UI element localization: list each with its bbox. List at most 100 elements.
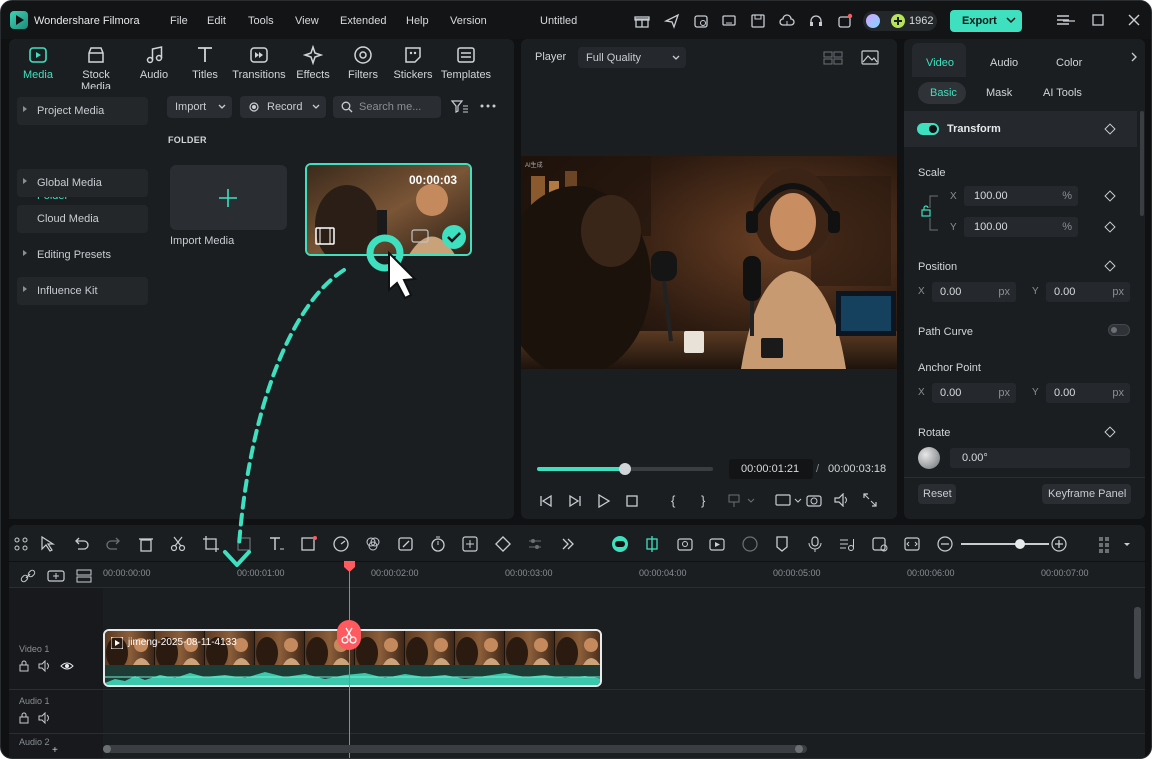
anchor-y-field[interactable]: 0.00 px bbox=[1046, 383, 1130, 403]
microphone-icon[interactable] bbox=[806, 535, 824, 553]
screen-record-icon[interactable] bbox=[708, 535, 726, 553]
lock-icon[interactable] bbox=[18, 660, 30, 672]
playback-progress[interactable] bbox=[537, 463, 713, 475]
play-icon[interactable] bbox=[597, 494, 611, 508]
gift-icon[interactable] bbox=[634, 13, 650, 29]
keyframe-panel-button[interactable]: Keyframe Panel bbox=[1042, 484, 1131, 504]
scale-x-field[interactable]: 100.00% bbox=[964, 186, 1078, 206]
snap-icon[interactable] bbox=[643, 535, 661, 553]
monitor-icon[interactable] bbox=[721, 13, 737, 29]
tab-transitions[interactable]: Transitions bbox=[230, 45, 288, 87]
mute-icon[interactable] bbox=[38, 712, 52, 724]
cloud-upload-icon[interactable] bbox=[779, 13, 795, 29]
subtab-ai-tools[interactable]: AI Tools bbox=[1043, 87, 1082, 99]
add-track-small-icon[interactable]: + bbox=[52, 745, 58, 756]
quality-dropdown[interactable]: Full Quality bbox=[578, 47, 686, 68]
menu-extended[interactable]: Extended bbox=[340, 15, 386, 27]
anchor-x-field[interactable]: 0.00 px bbox=[932, 383, 1016, 403]
delete-icon[interactable] bbox=[137, 535, 155, 553]
menu-file[interactable]: File bbox=[170, 15, 188, 27]
sidebar-item-global-media[interactable]: Global Media bbox=[17, 169, 148, 197]
menu-view[interactable]: View bbox=[295, 15, 319, 27]
motion-track-icon[interactable] bbox=[461, 535, 479, 553]
camera-snapshot-icon[interactable] bbox=[806, 493, 822, 507]
menu-tools[interactable]: Tools bbox=[248, 15, 274, 27]
rotate-field[interactable]: 0.00° bbox=[950, 448, 1130, 468]
path-curve-toggle[interactable] bbox=[1108, 324, 1130, 336]
auto-reframe-icon[interactable] bbox=[676, 535, 694, 553]
more-options-icon[interactable] bbox=[480, 103, 496, 109]
import-media-tile[interactable] bbox=[170, 165, 287, 230]
keyframe-diamond-icon[interactable] bbox=[1104, 426, 1116, 438]
search-input[interactable]: Search me... bbox=[333, 96, 441, 118]
subtab-basic[interactable]: Basic bbox=[918, 82, 966, 104]
menu-version[interactable]: Version bbox=[450, 15, 487, 27]
stop-icon[interactable] bbox=[625, 494, 639, 508]
keyframe-icon[interactable] bbox=[494, 535, 512, 553]
tab-audio[interactable]: Audio bbox=[125, 45, 183, 87]
voiceover-icon[interactable] bbox=[871, 535, 889, 553]
rotate-dial[interactable] bbox=[918, 447, 940, 469]
tab-templates[interactable]: Templates bbox=[437, 45, 495, 87]
filter-sort-icon[interactable] bbox=[451, 99, 469, 115]
subtab-mask[interactable]: Mask bbox=[986, 87, 1012, 99]
keyframe-diamond-icon[interactable] bbox=[1104, 221, 1116, 233]
headset-icon[interactable] bbox=[808, 13, 824, 29]
scrollbar-end-handle[interactable] bbox=[795, 745, 803, 753]
timer-icon[interactable] bbox=[429, 535, 447, 553]
import-dropdown[interactable]: Import bbox=[167, 96, 232, 118]
record-dropdown[interactable]: Record bbox=[240, 96, 326, 118]
notifications-icon[interactable] bbox=[837, 13, 853, 29]
tab-video[interactable]: Video bbox=[912, 43, 966, 77]
fit-timeline-icon[interactable] bbox=[903, 535, 921, 553]
ai-edit-icon[interactable] bbox=[397, 535, 415, 553]
mark-in-icon[interactable]: { bbox=[671, 493, 675, 508]
close-icon[interactable] bbox=[1125, 11, 1143, 29]
ai-copilot-icon[interactable] bbox=[611, 535, 629, 553]
tab-stock-media[interactable]: Stock Media bbox=[67, 45, 125, 93]
zoom-slider[interactable] bbox=[961, 539, 1049, 549]
grid-view-icon[interactable] bbox=[823, 50, 843, 66]
adjust-icon[interactable] bbox=[526, 535, 544, 553]
properties-scrollbar[interactable] bbox=[1140, 111, 1144, 216]
more-tools-icon[interactable] bbox=[559, 535, 577, 553]
add-track-icon[interactable] bbox=[47, 569, 65, 583]
sidebar-item-editing-presets[interactable]: Editing Presets bbox=[17, 241, 148, 269]
image-snapshot-icon[interactable] bbox=[861, 50, 879, 66]
audio-track-icon[interactable] bbox=[838, 535, 856, 553]
horizontal-scrollbar[interactable] bbox=[103, 745, 807, 753]
next-frame-icon[interactable] bbox=[568, 494, 582, 508]
eye-icon[interactable] bbox=[60, 660, 74, 672]
transform-toggle[interactable] bbox=[917, 123, 939, 135]
position-y-field[interactable]: 0.00 px bbox=[1046, 282, 1130, 302]
redo-icon[interactable] bbox=[105, 535, 123, 553]
scissors-icon[interactable] bbox=[169, 535, 187, 553]
tab-titles[interactable]: Titles bbox=[176, 45, 234, 87]
crop-icon[interactable] bbox=[202, 535, 220, 553]
maximize-icon[interactable] bbox=[1089, 11, 1107, 29]
keyframe-diamond-icon[interactable] bbox=[1104, 190, 1116, 202]
zoom-in-icon[interactable] bbox=[1050, 535, 1068, 553]
tab-media[interactable]: Media bbox=[9, 45, 67, 87]
zoom-slider-handle[interactable] bbox=[1015, 539, 1025, 549]
sidebar-item-project-media[interactable]: Project Media bbox=[17, 97, 148, 125]
tab-color[interactable]: Color bbox=[1056, 57, 1082, 69]
tab-stickers[interactable]: Stickers bbox=[384, 45, 442, 87]
render-icon[interactable] bbox=[741, 535, 759, 553]
display-options-icon[interactable] bbox=[775, 494, 803, 508]
keyframe-diamond-icon[interactable] bbox=[1104, 260, 1116, 272]
zoom-out-icon[interactable] bbox=[936, 535, 954, 553]
keyframe-diamond-icon[interactable] bbox=[1104, 123, 1116, 135]
mark-out-icon[interactable]: } bbox=[701, 493, 705, 508]
menu-help[interactable]: Help bbox=[406, 15, 429, 27]
chevron-down-icon[interactable] bbox=[1122, 535, 1140, 553]
save-icon[interactable] bbox=[750, 13, 766, 29]
menu-edit[interactable]: Edit bbox=[207, 15, 226, 27]
vertical-scrollbar[interactable] bbox=[1134, 607, 1141, 679]
volume-icon[interactable] bbox=[834, 493, 850, 507]
insert-options-icon[interactable] bbox=[728, 494, 756, 508]
lock-ratio-icon[interactable] bbox=[920, 194, 940, 232]
previous-frame-icon[interactable] bbox=[539, 494, 553, 508]
chevron-right-icon[interactable] bbox=[1130, 52, 1138, 62]
marker-icon[interactable] bbox=[773, 535, 791, 553]
